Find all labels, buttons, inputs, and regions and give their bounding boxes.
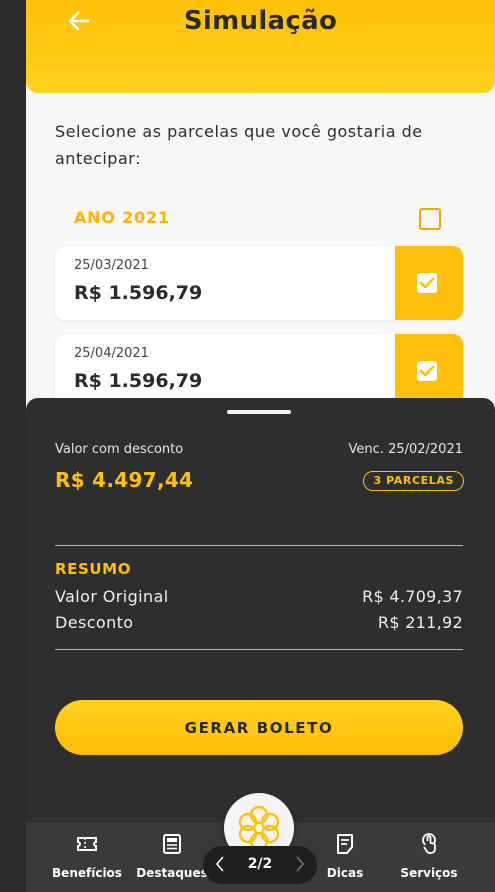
notepad-icon: [337, 834, 353, 854]
left-edge-strip: [0, 0, 26, 892]
installment-card[interactable]: 25/04/2021 R$ 1.596,79: [55, 334, 463, 408]
parcelas-badge: 3 PARCELAS: [363, 471, 464, 491]
nav-item-dicas[interactable]: Dicas: [305, 822, 385, 892]
ticket-icon: [77, 837, 97, 851]
nav-label: Destaques: [136, 866, 208, 880]
newspaper-icon: [163, 834, 181, 854]
installment-checkbox[interactable]: [395, 334, 463, 408]
installment-checkbox[interactable]: [395, 246, 463, 320]
year-select-all-checkbox[interactable]: [419, 208, 441, 230]
page-title: Simulação: [183, 6, 338, 36]
discount-value: R$ 4.497,44: [55, 468, 194, 492]
installment-date: 25/03/2021: [74, 258, 149, 273]
installment-value: R$ 1.596,79: [74, 370, 203, 392]
nav-label: Serviços: [400, 866, 458, 880]
nav-item-beneficios[interactable]: Benefícios: [47, 822, 127, 892]
nav-item-servicos[interactable]: Serviços: [389, 822, 469, 892]
due-date-label: Venc. 25/02/2021: [348, 442, 463, 457]
chevron-right-icon[interactable]: [293, 854, 307, 874]
original-value-label: Valor Original: [55, 587, 169, 606]
generate-boleto-button[interactable]: GERAR BOLETO: [55, 700, 463, 755]
nav-label: Benefícios: [52, 866, 122, 880]
discount-label: Valor com desconto: [55, 442, 184, 457]
sheet-drag-handle[interactable]: [227, 410, 291, 414]
hand-pointer-icon: [422, 833, 436, 854]
discount-row-value: R$ 211,92: [377, 613, 463, 632]
nav-label: Dicas: [326, 866, 364, 880]
original-value: R$ 4.709,37: [362, 587, 463, 606]
header: Simulação: [26, 0, 495, 93]
installment-card[interactable]: 25/03/2021 R$ 1.596,79: [55, 246, 463, 320]
app-screen: Simulação Selecione as parcelas que você…: [26, 0, 495, 892]
instructions-text: Selecione as parcelas que você gostaria …: [55, 122, 423, 168]
checkmark-icon: [417, 273, 437, 293]
divider: [55, 649, 463, 650]
installment-value: R$ 1.596,79: [74, 282, 203, 304]
discount-row-label: Desconto: [55, 613, 134, 632]
resumo-title: RESUMO: [55, 560, 132, 578]
installment-date: 25/04/2021: [74, 346, 149, 361]
year-group-label: ANO 2021: [74, 208, 170, 227]
nav-item-destaques[interactable]: Destaques: [132, 822, 212, 892]
checkmark-icon: [417, 361, 437, 381]
pager-control: 2/2: [203, 846, 317, 884]
divider: [55, 545, 463, 546]
